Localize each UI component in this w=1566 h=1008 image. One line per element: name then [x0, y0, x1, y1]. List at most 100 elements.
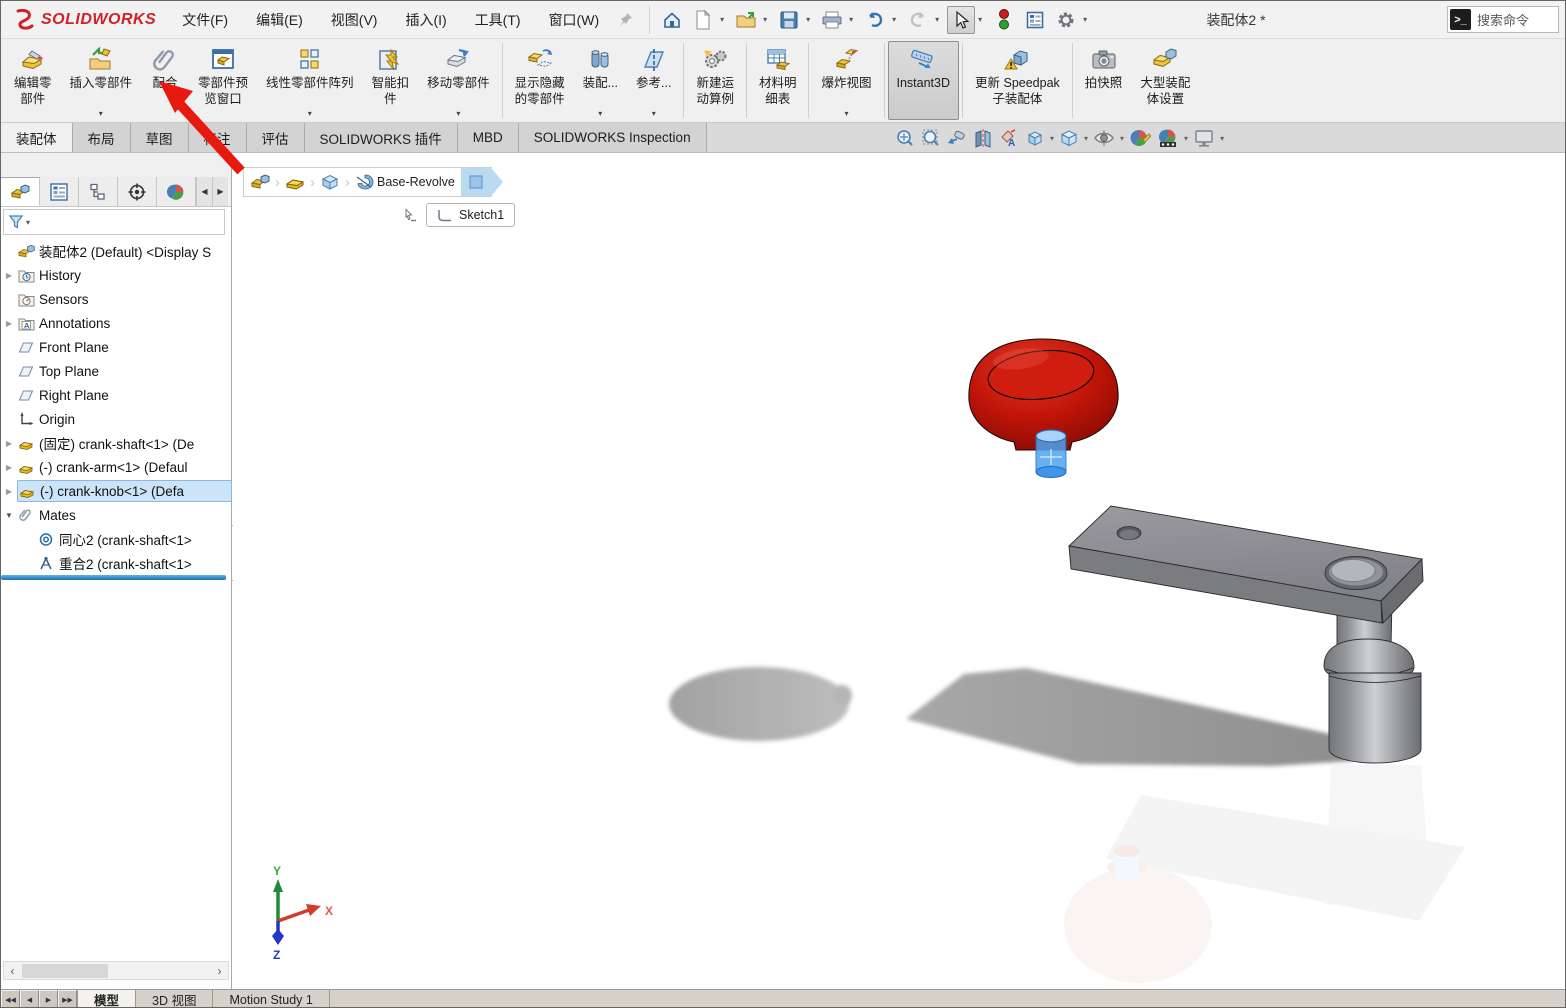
breadcrumb-feature-base-revolve[interactable]: Base-Revolve: [353, 168, 461, 196]
take-snapshot-button[interactable]: 拍快照: [1076, 41, 1132, 120]
undo-dropdown-caret[interactable]: ▾: [889, 15, 899, 24]
dimxpert-manager-tab[interactable]: [118, 177, 157, 206]
rollback-bar[interactable]: [1, 575, 226, 580]
insert-components-button[interactable]: 插入零部件 ▾: [61, 41, 142, 120]
menu-window[interactable]: 窗口(W): [537, 3, 612, 37]
open-button[interactable]: [732, 6, 760, 34]
panel-tab-scroll-right[interactable]: ▶: [212, 177, 228, 206]
sketch1-button[interactable]: Sketch1: [426, 203, 515, 227]
dropdown-caret[interactable]: ▾: [844, 109, 848, 118]
expand-arrow[interactable]: ▶: [1, 319, 17, 328]
tab-sketch[interactable]: 草图: [131, 123, 189, 152]
selected-stem-highlight[interactable]: [1036, 430, 1066, 478]
tree-filter-bar[interactable]: ▾: [3, 209, 225, 235]
tree-item-annotations[interactable]: ▶ A Annotations: [1, 311, 232, 335]
hide-show-items-icon[interactable]: [1092, 127, 1116, 149]
expand-arrow[interactable]: ▼: [1, 511, 17, 520]
select-tool-button[interactable]: [947, 6, 975, 34]
tab-layout[interactable]: 布局: [73, 123, 131, 152]
redo-dropdown-caret[interactable]: ▾: [932, 15, 942, 24]
tab-addins[interactable]: SOLIDWORKS 插件: [305, 123, 458, 152]
update-speedpak-button[interactable]: 更新 Speedpak 子装配体: [966, 41, 1069, 120]
nav-prev-button[interactable]: ◀: [20, 990, 39, 1008]
tree-item-right-plane[interactable]: Right Plane: [1, 383, 232, 407]
print-button[interactable]: [818, 6, 846, 34]
scroll-left-arrow[interactable]: ‹: [4, 964, 21, 978]
tree-item-origin[interactable]: Origin: [1, 407, 232, 431]
nav-first-button[interactable]: ◀◀: [1, 990, 20, 1008]
view-settings-icon[interactable]: [1192, 127, 1216, 149]
hide-show-items-caret[interactable]: ▾: [1120, 134, 1124, 143]
view-settings-caret[interactable]: ▾: [1220, 134, 1224, 143]
home-button[interactable]: [658, 6, 686, 34]
featuremanager-tree-tab[interactable]: [1, 177, 40, 206]
breadcrumb-active-sketch[interactable]: [461, 168, 491, 196]
breadcrumb-body[interactable]: [318, 168, 342, 196]
expand-arrow[interactable]: ▶: [1, 439, 17, 448]
pin-menu-icon[interactable]: [619, 12, 633, 28]
graphics-viewport[interactable]: Y X Z › › › Base-Revolve: [233, 153, 1566, 989]
view-orientation-caret[interactable]: ▾: [1050, 134, 1054, 143]
tree-item-sensors[interactable]: Sensors: [1, 287, 232, 311]
tree-item-mate-coincident[interactable]: 重合2 (crank-shaft<1>: [1, 551, 232, 575]
options-gear-button[interactable]: [1052, 6, 1080, 34]
print-dropdown-caret[interactable]: ▾: [846, 15, 856, 24]
view-orientation-icon[interactable]: [1024, 127, 1046, 149]
large-assembly-settings-button[interactable]: 大型装配 体设置: [1131, 41, 1199, 120]
show-hidden-components-button[interactable]: 显示隐藏 的零部件: [506, 41, 574, 120]
edit-appearance-icon[interactable]: [1128, 127, 1152, 149]
nav-last-button[interactable]: ▶▶: [58, 990, 77, 1008]
expand-arrow[interactable]: ▶: [1, 463, 17, 472]
menu-insert[interactable]: 插入(I): [393, 3, 458, 37]
tab-model[interactable]: 模型: [77, 990, 136, 1008]
zoom-to-fit-icon[interactable]: [894, 127, 916, 149]
property-manager-tab[interactable]: [40, 177, 79, 206]
exploded-view-button[interactable]: 爆炸视图 ▾: [812, 41, 880, 120]
menu-tools[interactable]: 工具(T): [463, 3, 533, 37]
tab-motion-study-1[interactable]: Motion Study 1: [213, 990, 329, 1008]
instant3d-button[interactable]: Instant3D: [888, 41, 960, 120]
properties-list-button[interactable]: [1021, 6, 1049, 34]
tab-markup[interactable]: 标注: [189, 123, 247, 152]
linear-component-pattern-button[interactable]: 线性零部件阵列 ▾: [257, 41, 363, 120]
tree-item-assembly-root[interactable]: 装配体2 (Default) <Display S: [1, 239, 232, 263]
dropdown-caret[interactable]: ▾: [598, 109, 602, 118]
tab-3d-views[interactable]: 3D 视图: [136, 990, 213, 1008]
expand-arrow[interactable]: ▶: [1, 487, 17, 496]
tree-item-top-plane[interactable]: Top Plane: [1, 359, 232, 383]
breadcrumb-part[interactable]: [283, 168, 307, 196]
display-style-caret[interactable]: ▾: [1084, 134, 1088, 143]
mate-button[interactable]: 配合: [141, 41, 189, 120]
display-manager-tab[interactable]: [157, 177, 196, 206]
tree-item-front-plane[interactable]: Front Plane: [1, 335, 232, 359]
command-search-box[interactable]: >_ 搜索命令: [1447, 6, 1559, 33]
section-view-icon[interactable]: [972, 127, 994, 149]
tree-item-mate-concentric[interactable]: 同心2 (crank-shaft<1>: [1, 527, 232, 551]
tree-item-crank-arm[interactable]: ▶ (-) crank-arm<1> (Defaul: [1, 455, 232, 479]
tree-item-history[interactable]: ▶ History: [1, 263, 232, 287]
crank-arm-part[interactable]: [1069, 506, 1423, 623]
dropdown-caret[interactable]: ▾: [308, 109, 312, 118]
scrollbar-thumb[interactable]: [22, 964, 108, 978]
zoom-to-area-icon[interactable]: [920, 127, 942, 149]
tree-item-crank-knob-selected[interactable]: ▶ (-) crank-knob<1> (Defa: [1, 479, 232, 503]
dropdown-caret[interactable]: ▾: [99, 109, 103, 118]
edit-component-button[interactable]: 编辑零 部件: [5, 41, 61, 120]
smart-fasteners-button[interactable]: 智能扣 件: [363, 41, 419, 120]
assembly-features-button[interactable]: 装配... ▾: [574, 41, 627, 120]
panel-horizontal-scrollbar[interactable]: ‹ ›: [3, 961, 229, 980]
redo-button[interactable]: [904, 6, 932, 34]
configuration-manager-tab[interactable]: [79, 177, 118, 206]
tab-assembly[interactable]: 装配体: [1, 123, 73, 152]
options-dropdown-caret[interactable]: ▾: [1080, 15, 1090, 24]
new-dropdown-caret[interactable]: ▾: [717, 15, 727, 24]
dropdown-caret[interactable]: ▾: [456, 109, 460, 118]
menu-file[interactable]: 文件(F): [170, 3, 240, 37]
move-component-button[interactable]: 移动零部件 ▾: [418, 41, 499, 120]
panel-tab-scroll-left[interactable]: ◀: [196, 177, 212, 206]
apply-scene-caret[interactable]: ▾: [1184, 134, 1188, 143]
menu-edit[interactable]: 编辑(E): [244, 3, 315, 37]
save-dropdown-caret[interactable]: ▾: [803, 15, 813, 24]
tab-mbd[interactable]: MBD: [458, 123, 519, 152]
dropdown-caret[interactable]: ▾: [652, 109, 656, 118]
